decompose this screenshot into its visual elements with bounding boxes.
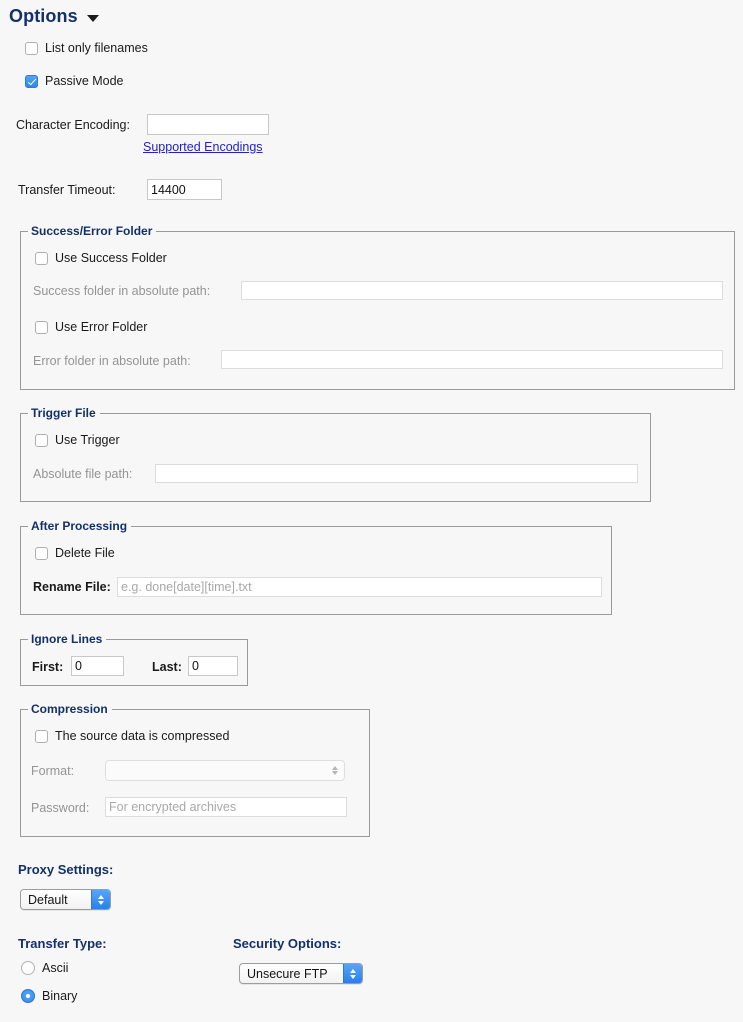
chevron-updown-icon[interactable] bbox=[326, 761, 344, 780]
transfer-timeout-label: Transfer Timeout: bbox=[18, 183, 116, 197]
after-processing-group: After Processing bbox=[20, 519, 612, 615]
ignore-lines-last-input[interactable] bbox=[188, 656, 238, 676]
proxy-settings-value: Default bbox=[28, 892, 68, 907]
ignore-lines-first-label: First: bbox=[32, 660, 64, 674]
checkbox-list-only-filenames[interactable]: List only filenames bbox=[25, 41, 148, 55]
triangle-down-icon[interactable] bbox=[86, 15, 99, 22]
radio-circle[interactable] bbox=[21, 961, 35, 975]
checkbox-label: Use Success Folder bbox=[55, 251, 167, 265]
checkbox-passive-mode[interactable]: Passive Mode bbox=[25, 74, 124, 88]
checkbox-box[interactable] bbox=[25, 74, 38, 88]
page-title: Options bbox=[9, 6, 78, 26]
options-header[interactable]: Options bbox=[9, 6, 99, 27]
ignore-lines-legend: Ignore Lines bbox=[28, 632, 107, 646]
radio-label: Ascii bbox=[42, 961, 69, 975]
checkbox-label: Use Trigger bbox=[55, 433, 120, 447]
checkbox-label: Passive Mode bbox=[45, 74, 124, 88]
options-panel: Options List only filenames Passive Mode… bbox=[0, 0, 743, 1022]
trigger-absolute-path-input[interactable] bbox=[155, 464, 638, 483]
compression-password-label: Password: bbox=[31, 801, 90, 815]
transfer-timeout-input[interactable] bbox=[147, 179, 222, 200]
success-error-folder-legend: Success/Error Folder bbox=[28, 224, 157, 238]
radio-transfer-type-binary[interactable]: Binary bbox=[21, 989, 77, 1003]
error-folder-path-input[interactable] bbox=[221, 350, 723, 369]
transfer-type-title: Transfer Type: bbox=[18, 936, 107, 951]
character-encoding-label: Character Encoding: bbox=[16, 118, 130, 132]
checkbox-label: Use Error Folder bbox=[55, 320, 148, 334]
compression-password-input[interactable] bbox=[105, 797, 347, 817]
radio-label: Binary bbox=[42, 989, 78, 1003]
checkbox-box[interactable] bbox=[35, 546, 48, 560]
security-options-title: Security Options: bbox=[233, 936, 342, 951]
checkbox-label: List only filenames bbox=[45, 41, 148, 55]
chevron-updown-icon[interactable] bbox=[91, 890, 110, 909]
success-folder-path-input[interactable] bbox=[241, 281, 723, 300]
radio-transfer-type-ascii[interactable]: Ascii bbox=[21, 961, 68, 975]
rename-file-label: Rename File: bbox=[33, 580, 111, 594]
checkbox-source-data-compressed[interactable]: The source data is compressed bbox=[35, 729, 229, 743]
checkbox-box[interactable] bbox=[35, 729, 48, 743]
success-folder-path-label: Success folder in absolute path: bbox=[33, 284, 211, 298]
checkbox-use-trigger[interactable]: Use Trigger bbox=[35, 433, 120, 447]
error-folder-path-label: Error folder in absolute path: bbox=[33, 354, 191, 368]
checkbox-box[interactable] bbox=[35, 433, 48, 447]
trigger-file-group: Trigger File bbox=[20, 406, 651, 502]
proxy-settings-select[interactable]: Default bbox=[20, 889, 111, 910]
checkbox-delete-file[interactable]: Delete File bbox=[35, 546, 115, 560]
checkbox-label: The source data is compressed bbox=[55, 729, 230, 743]
compression-legend: Compression bbox=[28, 702, 112, 716]
supported-encodings-link[interactable]: Supported Encodings bbox=[143, 140, 263, 154]
chevron-updown-icon[interactable] bbox=[343, 964, 362, 983]
ignore-lines-last-label: Last: bbox=[152, 660, 182, 674]
security-options-value: Unsecure FTP bbox=[247, 966, 328, 981]
radio-circle[interactable] bbox=[21, 989, 35, 1003]
checkbox-box[interactable] bbox=[35, 251, 48, 265]
security-options-select[interactable]: Unsecure FTP bbox=[239, 963, 363, 984]
compression-format-label: Format: bbox=[31, 764, 75, 778]
checkbox-use-error-folder[interactable]: Use Error Folder bbox=[35, 320, 147, 334]
compression-format-select[interactable] bbox=[105, 760, 345, 781]
rename-file-input[interactable] bbox=[117, 577, 602, 597]
character-encoding-input[interactable] bbox=[147, 114, 269, 135]
after-processing-legend: After Processing bbox=[28, 519, 132, 533]
checkbox-use-success-folder[interactable]: Use Success Folder bbox=[35, 251, 167, 265]
trigger-file-legend: Trigger File bbox=[28, 406, 100, 420]
proxy-settings-title: Proxy Settings: bbox=[18, 862, 114, 877]
ignore-lines-first-input[interactable] bbox=[71, 656, 124, 676]
checkbox-box[interactable] bbox=[35, 320, 48, 334]
trigger-absolute-path-label: Absolute file path: bbox=[33, 467, 133, 481]
checkbox-box[interactable] bbox=[25, 41, 38, 55]
checkbox-label: Delete File bbox=[55, 546, 115, 560]
